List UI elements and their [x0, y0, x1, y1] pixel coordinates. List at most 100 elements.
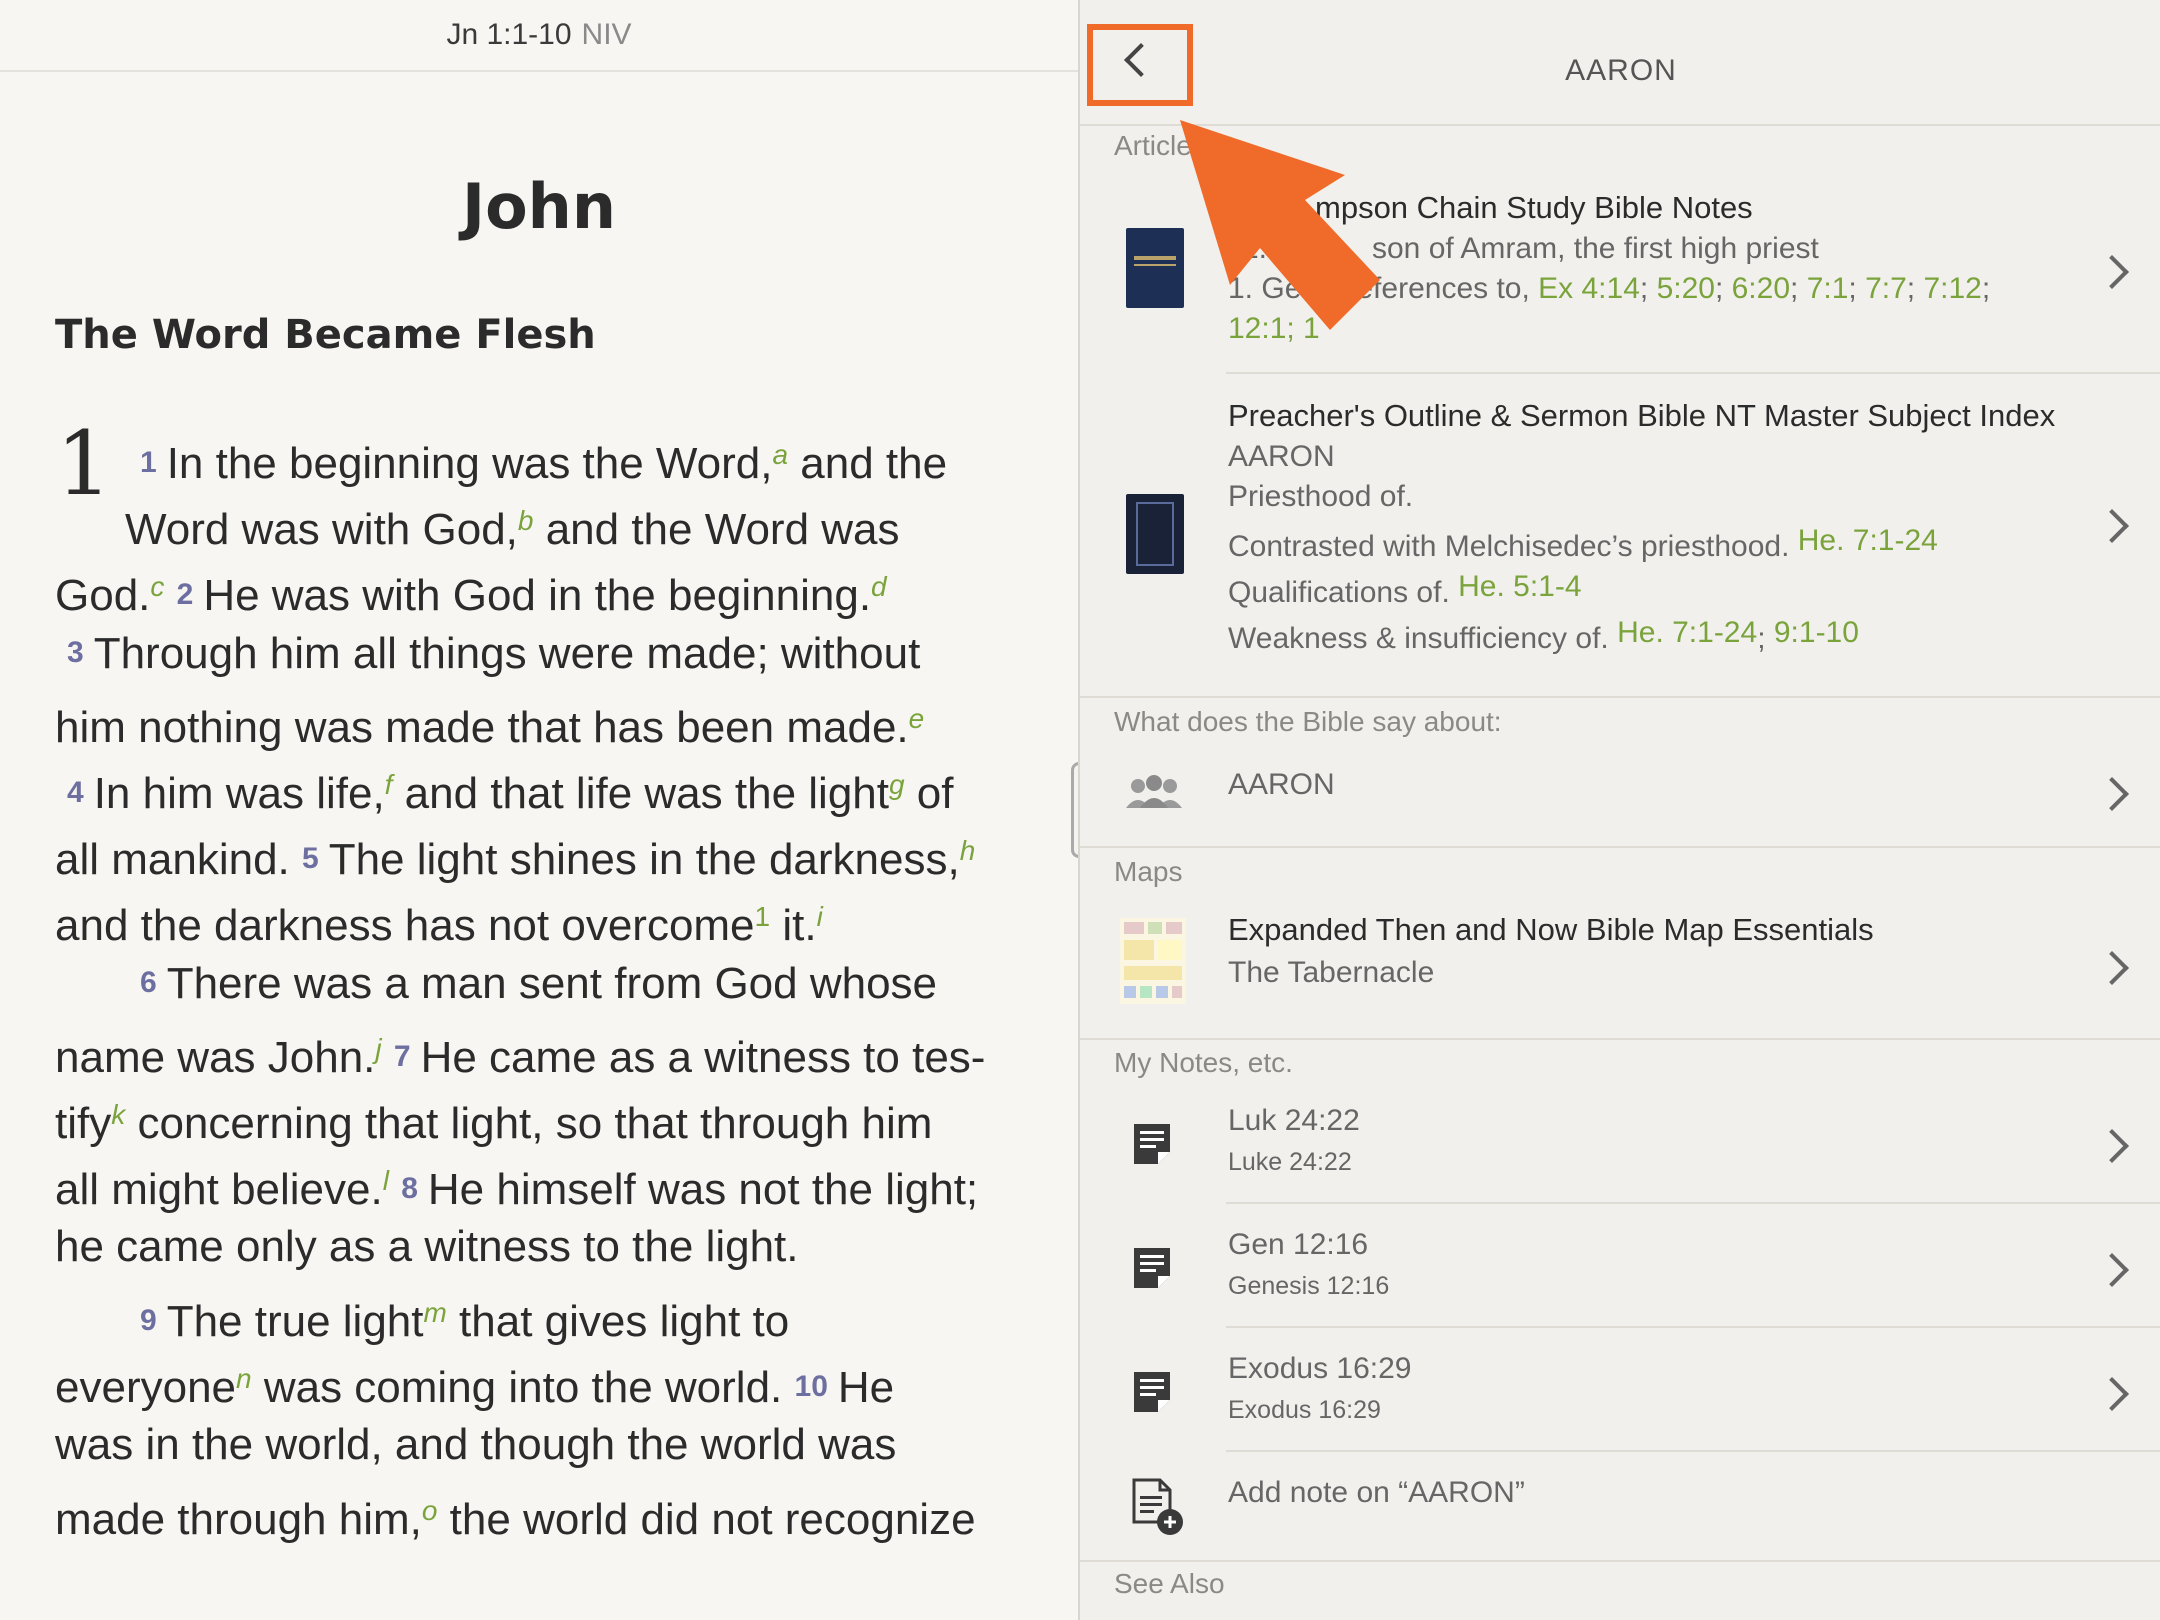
section-heading: The Word Became Flesh — [55, 312, 596, 358]
note-icon — [1134, 1248, 1170, 1288]
verse-text-run: name was John. — [55, 1033, 376, 1082]
article-text: Qualifications of. — [1228, 576, 1450, 609]
note-row[interactable]: Luk 24:22 Luke 24:22 — [1080, 1090, 2160, 1202]
verse-line: was in the world, and though the world w… — [55, 1412, 896, 1478]
chapter-number: 1 — [56, 412, 112, 515]
scripture-link[interactable]: 12:1; 1 — [1228, 312, 1320, 346]
verse-number[interactable]: 9 — [140, 1304, 157, 1337]
verse-text-run: and that life was the light — [392, 769, 889, 818]
book-cover-icon — [1126, 228, 1184, 308]
verse-line: all mankind. 5 The light shines in the da… — [55, 818, 975, 893]
footnote-marker[interactable]: o — [422, 1495, 438, 1526]
article-row-thompson[interactable]: mpson Chain Study Bible Notes 1. son of … — [1080, 180, 2160, 372]
chevron-right-icon — [2095, 951, 2129, 985]
verse-text-run: Through him all things were made; withou… — [93, 629, 921, 678]
scripture-link[interactable]: 7:7 — [1865, 272, 1907, 305]
verse-line: 3 Through him all things were made; witho… — [67, 620, 920, 687]
panel-header: AARON — [1080, 0, 2160, 126]
chevron-right-icon — [2095, 1377, 2129, 1411]
footnote-marker[interactable]: d — [871, 571, 887, 602]
reader-header[interactable]: Jn 1:1-10 NIV — [0, 0, 1078, 72]
map-row-tabernacle[interactable]: Expanded Then and Now Bible Map Essentia… — [1080, 898, 2160, 1038]
scripture-link[interactable]: 6:20 — [1732, 272, 1790, 305]
footnote-marker[interactable]: e — [909, 703, 925, 734]
note-subtitle: Exodus 16:29 — [1228, 1396, 1381, 1424]
article-text: 1. Ge — [1228, 272, 1302, 305]
footnote-marker[interactable]: c — [150, 571, 164, 602]
footnote-marker[interactable]: m — [424, 1297, 447, 1328]
verse-text-run: everyone — [55, 1363, 237, 1412]
scripture-link[interactable]: 7:12 — [1923, 272, 1981, 305]
scripture-link[interactable]: He. 7:1-24 — [1617, 616, 1757, 649]
divider — [1080, 1560, 2160, 1562]
verse-number[interactable]: 7 — [394, 1040, 411, 1073]
scripture-link[interactable]: 7:1 — [1807, 272, 1849, 305]
footnote-marker[interactable]: i — [817, 901, 823, 932]
verse-text-run: was coming into the world. — [251, 1363, 795, 1412]
panel-title: AARON — [1565, 54, 1677, 87]
footnote-marker[interactable]: a — [772, 439, 788, 470]
verse-text-run — [389, 1165, 401, 1214]
book-cover-icon — [1126, 494, 1184, 574]
verse-text-run: The light shines in the darkness, — [328, 835, 960, 884]
verse-line: 9 The true lightm that gives light to — [140, 1280, 789, 1355]
article-text: Contrasted with Melchisedec’s priesthood… — [1228, 530, 1790, 563]
topic-row-aaron[interactable]: AARON — [1080, 752, 2160, 844]
verse-text-run: the world did not recognize — [437, 1495, 976, 1544]
scripture-link[interactable]: He. 5:1-4 — [1458, 570, 1581, 603]
people-icon — [1126, 775, 1182, 808]
verse-line: 6 There was a man sent from God whose — [140, 950, 937, 1017]
verse-text-run: he came only as a witness to the light. — [55, 1222, 799, 1271]
note-row[interactable]: Gen 12:16 Genesis 12:16 — [1080, 1204, 2160, 1326]
verse-number[interactable]: 6 — [140, 966, 157, 999]
article-row-preachers-outline[interactable]: Preacher's Outline & Sermon Bible NT Mas… — [1080, 374, 2160, 696]
add-note-icon — [1132, 1478, 1183, 1535]
verse-number[interactable]: 10 — [795, 1370, 828, 1403]
bible-reader-pane: Jn 1:1-10 NIV John The Word Became Flesh … — [0, 0, 1078, 1620]
reference-text[interactable]: Jn 1:1-10 — [446, 18, 571, 51]
textual-note-marker[interactable]: 1 — [755, 901, 771, 932]
verse-number[interactable]: 1 — [140, 446, 157, 479]
note-title: Gen 12:16 — [1228, 1228, 1369, 1261]
footnote-marker[interactable]: b — [518, 505, 534, 536]
verse-number[interactable]: 8 — [401, 1172, 418, 1205]
scripture-link[interactable]: 5:20 — [1657, 272, 1715, 305]
scripture-link[interactable]: Ex 4:14 — [1538, 272, 1640, 305]
footnote-marker[interactable]: g — [889, 769, 905, 800]
verse-line: made through him,o the world did not rec… — [55, 1478, 976, 1553]
footnote-marker[interactable]: n — [236, 1363, 252, 1394]
note-row[interactable]: Exodus 16:29 Exodus 16:29 — [1080, 1328, 2160, 1450]
section-label-topics: What does the Bible say about: — [1114, 706, 1502, 737]
verse-text-run: of — [904, 769, 954, 818]
footnote-marker[interactable]: h — [960, 835, 976, 866]
version-label[interactable]: NIV — [582, 18, 632, 51]
divider — [1080, 1038, 2160, 1040]
scripture-link[interactable]: 9:1-10 — [1774, 616, 1859, 649]
footnote-marker[interactable]: j — [375, 1033, 381, 1064]
passage-reference[interactable]: Jn 1:1-10 NIV — [0, 18, 1078, 52]
verse-text-run: He — [837, 1363, 895, 1412]
verse-number[interactable]: 2 — [177, 578, 194, 611]
verse-number[interactable]: 5 — [302, 842, 319, 875]
article-line: son of Amram, the first high priest — [1372, 232, 1819, 265]
verse-number[interactable]: 4 — [67, 776, 84, 809]
verse-text-run: and the Word was — [533, 505, 900, 554]
add-note-row[interactable]: Add note on “AARON” — [1080, 1452, 2160, 1560]
verse-line: name was John.j 7 He came as a witness to… — [55, 1016, 985, 1091]
add-note-label: Add note on “AARON” — [1228, 1476, 1525, 1509]
verse-text-run: all might believe. — [55, 1165, 383, 1214]
verse-line: 4 In him was life,f and that life was the… — [67, 752, 953, 827]
scripture-link[interactable]: He. 7:1-24 — [1798, 524, 1938, 557]
verse-text-run: and the darkness has not overcome — [55, 901, 755, 950]
footnote-marker[interactable]: k — [111, 1099, 125, 1130]
book-title: John — [462, 170, 616, 243]
article-line: Weakness & insufficiency of. He. 7:1-24;… — [1228, 616, 1859, 655]
verse-number[interactable]: 3 — [67, 636, 84, 669]
note-icon — [1134, 1124, 1170, 1164]
verse-text-run: He himself was not the light; — [427, 1165, 979, 1214]
divider — [1080, 846, 2160, 848]
verse-text-run: There was a man sent from God whose — [166, 959, 938, 1008]
verse-text-run: He was with God in the beginning. — [203, 571, 872, 620]
verse-text-run: concerning that light, so that through h… — [125, 1099, 933, 1148]
verse-line: 1 In the beginning was the Word,a and the — [140, 422, 947, 497]
